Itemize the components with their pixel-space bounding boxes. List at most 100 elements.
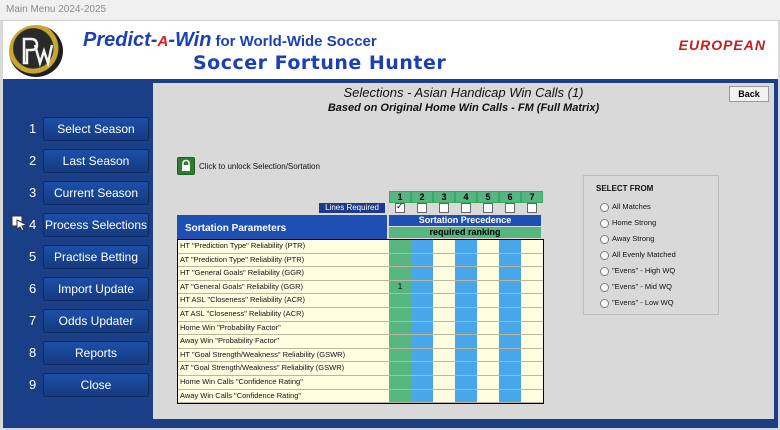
precedence-cell[interactable] <box>411 307 433 321</box>
precedence-cell[interactable] <box>499 362 521 375</box>
precedence-cell[interactable] <box>521 389 543 403</box>
precedence-cell[interactable] <box>477 240 499 253</box>
precedence-cell[interactable] <box>499 280 521 294</box>
precedence-cell[interactable] <box>411 321 433 335</box>
precedence-cell[interactable] <box>477 335 499 348</box>
precedence-cell[interactable] <box>499 335 521 348</box>
precedence-cell[interactable] <box>499 375 521 389</box>
last-season-button[interactable]: Last Season <box>43 149 149 173</box>
precedence-cell[interactable] <box>499 240 521 253</box>
precedence-cell[interactable] <box>433 321 455 335</box>
precedence-cell[interactable] <box>499 348 521 362</box>
nav-item-close[interactable]: 9 Close <box>3 371 153 399</box>
line-required-checkbox[interactable] <box>395 201 405 213</box>
precedence-cell[interactable] <box>499 294 521 307</box>
precedence-cell[interactable] <box>433 307 455 321</box>
precedence-cell[interactable] <box>411 335 433 348</box>
line-required-checkbox[interactable] <box>461 203 471 213</box>
precedence-cell[interactable] <box>499 321 521 335</box>
nav-item-process-selections[interactable]: 4 Process Selections <box>3 211 153 239</box>
precedence-cell[interactable] <box>477 294 499 307</box>
precedence-cell[interactable] <box>433 267 455 280</box>
precedence-cell[interactable] <box>455 267 477 280</box>
radio-button[interactable] <box>600 299 609 308</box>
select-season-button[interactable]: Select Season <box>43 117 149 141</box>
precedence-cell[interactable] <box>433 389 455 403</box>
radio-button[interactable] <box>600 219 609 228</box>
current-season-button[interactable]: Current Season <box>43 181 149 205</box>
precedence-cell[interactable] <box>433 240 455 253</box>
line-required-checkbox[interactable] <box>483 203 493 213</box>
line-required-checkbox[interactable] <box>505 203 515 213</box>
precedence-cell[interactable] <box>455 253 477 267</box>
ranking-cell[interactable] <box>389 335 411 348</box>
precedence-cell[interactable] <box>433 335 455 348</box>
precedence-cell[interactable] <box>477 267 499 280</box>
line-required-checkbox[interactable] <box>527 203 537 213</box>
ranking-cell[interactable] <box>389 348 411 362</box>
precedence-cell[interactable] <box>433 348 455 362</box>
back-button[interactable]: Back <box>729 86 769 102</box>
precedence-cell[interactable] <box>521 307 543 321</box>
precedence-cell[interactable] <box>477 253 499 267</box>
precedence-cell[interactable] <box>411 280 433 294</box>
precedence-cell[interactable] <box>455 348 477 362</box>
precedence-cell[interactable] <box>455 280 477 294</box>
precedence-cell[interactable] <box>455 375 477 389</box>
radio-button[interactable] <box>600 251 609 260</box>
precedence-cell[interactable] <box>499 389 521 403</box>
precedence-cell[interactable] <box>521 348 543 362</box>
radio-button[interactable] <box>600 235 609 244</box>
precedence-cell[interactable] <box>521 362 543 375</box>
precedence-cell[interactable] <box>411 240 433 253</box>
reports-button[interactable]: Reports <box>43 341 149 365</box>
ranking-cell[interactable] <box>389 375 411 389</box>
precedence-cell[interactable] <box>411 253 433 267</box>
practise-betting-button[interactable]: Practise Betting <box>43 245 149 269</box>
nav-item-select-season[interactable]: 1 Select Season <box>3 115 153 143</box>
precedence-cell[interactable] <box>455 335 477 348</box>
precedence-cell[interactable] <box>521 375 543 389</box>
precedence-cell[interactable] <box>433 253 455 267</box>
radio-button[interactable] <box>600 203 609 212</box>
precedence-cell[interactable] <box>455 240 477 253</box>
ranking-cell[interactable] <box>389 240 411 253</box>
precedence-cell[interactable] <box>521 253 543 267</box>
process-selections-button[interactable]: Process Selections <box>43 213 149 237</box>
nav-item-import-update[interactable]: 6 Import Update <box>3 275 153 303</box>
precedence-cell[interactable] <box>499 267 521 280</box>
line-required-checkbox[interactable] <box>439 203 449 213</box>
precedence-cell[interactable] <box>411 375 433 389</box>
nav-item-last-season[interactable]: 2 Last Season <box>3 147 153 175</box>
precedence-cell[interactable] <box>477 362 499 375</box>
radio-button[interactable] <box>600 267 609 276</box>
precedence-cell[interactable] <box>477 321 499 335</box>
precedence-cell[interactable] <box>433 294 455 307</box>
line-required-checkbox[interactable] <box>417 203 427 213</box>
precedence-cell[interactable] <box>521 294 543 307</box>
precedence-cell[interactable] <box>411 362 433 375</box>
ranking-cell[interactable] <box>389 267 411 280</box>
precedence-cell[interactable] <box>433 375 455 389</box>
precedence-cell[interactable] <box>477 375 499 389</box>
precedence-cell[interactable] <box>455 294 477 307</box>
precedence-cell[interactable] <box>411 267 433 280</box>
precedence-cell[interactable] <box>477 307 499 321</box>
precedence-cell[interactable] <box>411 348 433 362</box>
ranking-cell[interactable] <box>389 321 411 335</box>
lock-icon[interactable] <box>177 157 195 175</box>
ranking-cell[interactable] <box>389 362 411 375</box>
ranking-cell[interactable]: 1 <box>389 280 411 294</box>
close-button[interactable]: Close <box>43 373 149 397</box>
precedence-cell[interactable] <box>477 280 499 294</box>
precedence-cell[interactable] <box>455 307 477 321</box>
odds-updater-button[interactable]: Odds Updater <box>43 309 149 333</box>
radio-button[interactable] <box>600 283 609 292</box>
precedence-cell[interactable] <box>433 280 455 294</box>
import-update-button[interactable]: Import Update <box>43 277 149 301</box>
precedence-cell[interactable] <box>477 389 499 403</box>
precedence-cell[interactable] <box>477 348 499 362</box>
ranking-cell[interactable] <box>389 389 411 403</box>
precedence-cell[interactable] <box>521 335 543 348</box>
precedence-cell[interactable] <box>433 362 455 375</box>
